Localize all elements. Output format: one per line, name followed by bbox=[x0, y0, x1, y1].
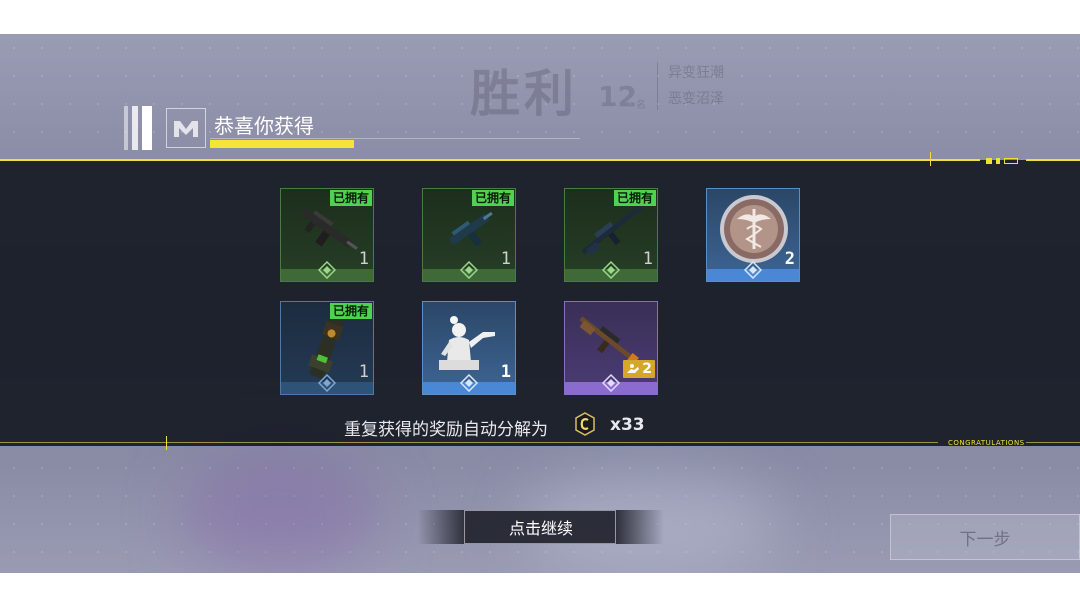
divider bbox=[657, 62, 658, 110]
next-step-label: 下一步 bbox=[959, 529, 1011, 550]
rarity-icon bbox=[744, 261, 762, 279]
quantity: 1 bbox=[642, 249, 653, 269]
header-accent-bar bbox=[210, 140, 354, 148]
accent-deco bbox=[982, 158, 1022, 164]
tick-mark bbox=[166, 436, 167, 450]
result-title: 胜利 bbox=[470, 65, 578, 123]
next-step-button[interactable]: 下一步 bbox=[890, 514, 1080, 560]
owned-badge: 已拥有 bbox=[329, 303, 372, 319]
continue-label: 点击继续 bbox=[508, 519, 573, 538]
reward-item[interactable]: 2 bbox=[564, 301, 658, 395]
rarity-icon bbox=[602, 261, 620, 279]
quantity: 1 bbox=[500, 249, 511, 269]
quantity: 1 bbox=[500, 362, 511, 382]
rank-unit: 名 bbox=[636, 100, 646, 111]
reward-item[interactable]: 1 bbox=[422, 301, 516, 395]
duplicate-conversion-text: 重复获得的奖励自动分解为 bbox=[344, 420, 548, 440]
reward-item[interactable]: 已拥有 1 bbox=[564, 188, 658, 282]
quantity-badge: 2 bbox=[623, 360, 655, 378]
reward-item[interactable]: 2 bbox=[706, 188, 800, 282]
owned-badge: 已拥有 bbox=[613, 190, 656, 206]
rarity-icon bbox=[602, 374, 620, 392]
continue-button[interactable]: 点击继续 bbox=[418, 510, 664, 544]
quantity: 1 bbox=[358, 362, 369, 382]
quantity: 2 bbox=[784, 249, 795, 269]
header-line bbox=[210, 138, 580, 139]
header-deco-bars bbox=[118, 106, 160, 150]
owned-badge: 已拥有 bbox=[471, 190, 514, 206]
reward-item[interactable]: 已拥有 1 bbox=[422, 188, 516, 282]
owned-badge: 已拥有 bbox=[329, 190, 372, 206]
rarity-icon bbox=[460, 374, 478, 392]
header-title: 恭喜你获得 bbox=[214, 114, 314, 138]
results-screen: 胜利 12 名 异变狂潮 恶变沼泽 恭喜你获得 CONGRATULATIONS bbox=[0, 34, 1080, 573]
top-accent-line bbox=[0, 159, 980, 161]
conversion-amount: x33 bbox=[610, 415, 645, 435]
quantity: 2 bbox=[642, 361, 652, 377]
reward-item[interactable]: 已拥有 1 bbox=[280, 301, 374, 395]
c-coin-icon bbox=[575, 412, 595, 436]
rewards-panel bbox=[0, 160, 1080, 446]
map-name: 恶变沼泽 bbox=[668, 91, 724, 107]
bg-glow bbox=[180, 454, 380, 573]
hand-icon bbox=[627, 364, 640, 373]
codm-logo-icon bbox=[166, 108, 206, 148]
rarity-icon bbox=[318, 374, 336, 392]
game-mode: 异变狂潮 bbox=[668, 65, 724, 81]
rank-number: 12 bbox=[598, 80, 637, 113]
congratulations-label: CONGRATULATIONS bbox=[948, 439, 1025, 447]
top-accent-line bbox=[1026, 159, 1080, 161]
quantity: 1 bbox=[358, 249, 369, 269]
bottom-accent-line bbox=[0, 442, 938, 443]
reward-item[interactable]: 已拥有 1 bbox=[280, 188, 374, 282]
rarity-icon bbox=[318, 261, 336, 279]
rarity-icon bbox=[460, 261, 478, 279]
bottom-accent-line bbox=[1026, 442, 1080, 443]
tick-mark bbox=[930, 152, 931, 166]
